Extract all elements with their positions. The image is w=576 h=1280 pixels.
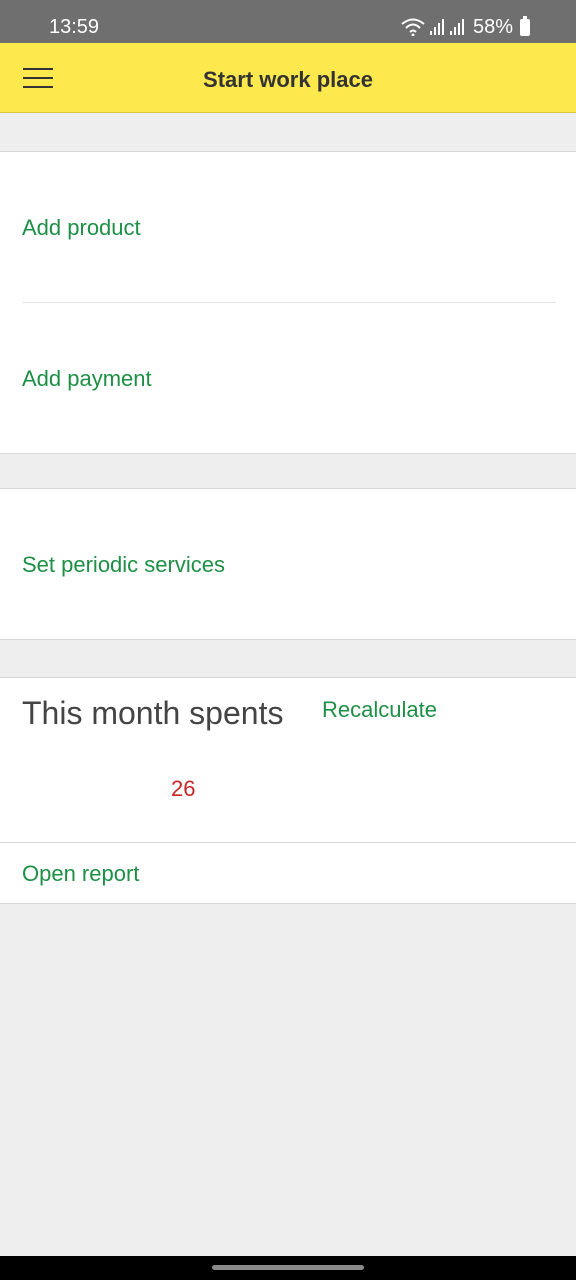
battery-percent: 58%: [472, 16, 513, 38]
actions-card: Add product Add payment: [0, 151, 576, 454]
wifi-icon: [401, 18, 425, 36]
spents-card: This month spents Recalculate 26: [0, 677, 576, 843]
home-handle[interactable]: [212, 1265, 364, 1270]
add-product-button[interactable]: Add product: [22, 215, 141, 241]
periodic-services-card: Set periodic services: [0, 488, 576, 640]
page-title: Start work place: [203, 67, 373, 92]
divider: [22, 302, 556, 303]
app-toolbar: Start work place: [0, 43, 576, 113]
system-nav-bar: [0, 1256, 576, 1280]
open-report-button[interactable]: Open report: [22, 861, 139, 887]
spents-title: This month spents: [22, 695, 284, 731]
signal-icon: [429, 19, 444, 35]
add-payment-button[interactable]: Add payment: [22, 366, 152, 392]
battery-icon: [520, 15, 530, 36]
status-bar: 13:59 58%: [0, 0, 576, 43]
status-icons: 58%: [401, 15, 530, 39]
report-card: Open report: [0, 842, 576, 904]
status-time: 13:59: [49, 16, 100, 38]
set-periodic-services-button[interactable]: Set periodic services: [22, 552, 225, 578]
spents-amount: 26: [171, 776, 196, 801]
signal-icon: [449, 19, 464, 35]
recalculate-button[interactable]: Recalculate: [322, 697, 437, 723]
